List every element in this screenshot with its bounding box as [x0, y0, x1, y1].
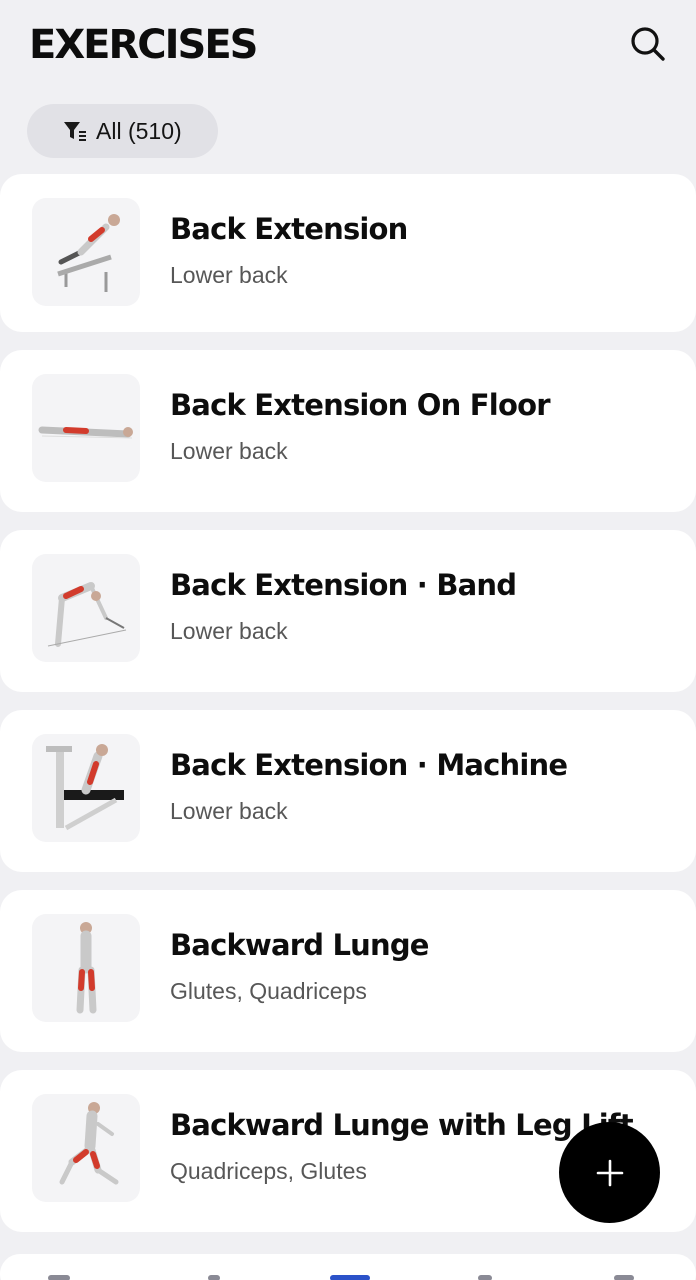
exercise-muscles: Quadriceps, Glutes — [170, 1158, 367, 1184]
backward-lunge-figure-icon — [76, 922, 97, 1014]
add-exercise-button[interactable] — [559, 1122, 660, 1223]
page-title: EXERCISES — [29, 22, 258, 68]
exercise-name: Back Extension — [170, 212, 408, 246]
lunge-leg-lift-figure-icon — [59, 1102, 119, 1185]
exercise-muscles: Lower back — [170, 618, 288, 644]
exercise-name: Back Extension · Band — [170, 568, 517, 602]
plus-icon — [596, 1159, 623, 1186]
search-button[interactable] — [624, 20, 672, 68]
exercise-thumbnail — [32, 554, 140, 662]
exercise-card[interactable]: Back Extension · Band Lower back — [0, 530, 696, 692]
nav-item-4[interactable] — [478, 1275, 492, 1280]
exercise-card[interactable]: Back Extension On Floor Lower back — [0, 350, 696, 512]
exercise-thumbnail — [32, 198, 140, 306]
band-extension-figure-icon — [47, 582, 127, 647]
exercise-card[interactable]: Back Extension · Machine Lower back — [0, 710, 696, 872]
machine-extension-figure-icon — [46, 744, 124, 831]
search-icon — [631, 27, 665, 61]
exercise-name: Back Extension On Floor — [170, 388, 551, 422]
filter-icon — [64, 122, 86, 141]
exercise-muscles: Lower back — [170, 798, 288, 824]
floor-extension-figure-icon — [38, 426, 133, 439]
bottom-nav — [0, 1270, 696, 1280]
exercise-thumbnail — [32, 914, 140, 1022]
filter-chip[interactable]: All (510) — [27, 104, 218, 158]
exercise-thumbnail — [32, 1094, 140, 1202]
nav-item-5[interactable] — [614, 1275, 634, 1280]
exercises-screen: EXERCISES All (510) Back Extension Lower… — [0, 0, 696, 1280]
exercise-thumbnail — [32, 374, 140, 482]
exercise-card[interactable]: Back Extension Lower back — [0, 174, 696, 332]
nav-item-2[interactable] — [208, 1275, 220, 1280]
exercise-name: Backward Lunge — [170, 928, 429, 962]
exercise-muscles: Lower back — [170, 438, 288, 464]
nav-item-3[interactable] — [330, 1275, 370, 1280]
exercise-muscles: Glutes, Quadriceps — [170, 978, 367, 1004]
exercise-name: Back Extension · Machine — [170, 748, 568, 782]
filter-label: All (510) — [96, 117, 182, 144]
exercise-list: Back Extension Lower back Back Extension… — [0, 174, 696, 1250]
nav-item-1[interactable] — [48, 1275, 70, 1280]
exercise-card[interactable]: Backward Lunge Glutes, Quadriceps — [0, 890, 696, 1052]
back-extension-figure-icon — [57, 214, 120, 292]
exercise-muscles: Lower back — [170, 262, 288, 288]
exercise-thumbnail — [32, 734, 140, 842]
header: EXERCISES — [0, 0, 696, 90]
